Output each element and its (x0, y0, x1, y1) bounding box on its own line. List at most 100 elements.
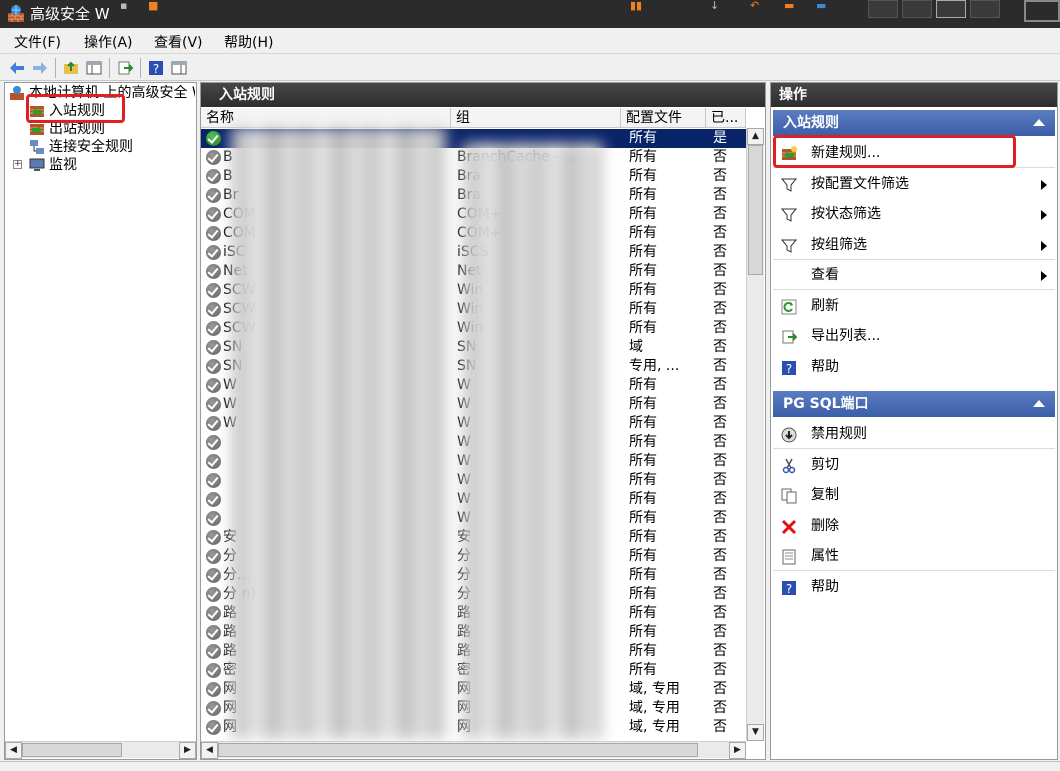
firewall-icon (10, 86, 24, 100)
scroll-left-button[interactable]: ◀ (201, 742, 218, 759)
scroll-up-button[interactable]: ▲ (747, 128, 764, 145)
column-header-name[interactable]: 名称 (201, 108, 451, 128)
scroll-left-button[interactable]: ◀ (5, 742, 22, 759)
cell-profile: 所有 (629, 206, 657, 222)
pane-title: 入站规则 (201, 83, 765, 107)
enabled-check-icon (206, 435, 221, 450)
console-tree: 本地计算机 上的高级安全 W 入站规则 出站规则 连接安全规则 + 监视 ◀ ▶ (4, 82, 197, 760)
column-header-profile[interactable]: 配置文件 (621, 108, 706, 128)
enabled-check-icon (206, 625, 221, 640)
scroll-thumb[interactable] (22, 743, 122, 757)
action-item[interactable]: 删除 (773, 512, 1055, 541)
remote-toolbar-button[interactable] (936, 0, 966, 18)
action-label: 删除 (811, 517, 839, 534)
section-header-rule[interactable]: PG SQL端口 (773, 391, 1055, 417)
copy-icon (781, 488, 797, 504)
close-button[interactable] (1024, 0, 1060, 22)
enabled-check-icon (206, 302, 221, 317)
properties-icon (782, 549, 796, 565)
rules-vertical-scrollbar[interactable]: ▲ ▼ (746, 128, 764, 741)
up-folder-button[interactable] (60, 57, 82, 79)
menu-help[interactable]: 帮助(H) (224, 32, 273, 52)
export-button[interactable] (114, 57, 136, 79)
toolbar-blur-icon: ▪ (120, 0, 128, 12)
submenu-arrow-icon (1041, 210, 1047, 220)
enabled-check-icon (206, 492, 221, 507)
scroll-thumb[interactable] (748, 145, 763, 275)
section-header-inbound[interactable]: 入站规则 (773, 110, 1055, 136)
status-bar (0, 761, 1060, 771)
enabled-check-icon (206, 169, 221, 184)
action-item[interactable]: 查看 (773, 261, 1055, 290)
column-header-enabled[interactable]: 已... (706, 108, 746, 128)
enabled-check-icon (206, 663, 221, 678)
enabled-check-icon (206, 340, 221, 355)
folder-up-icon (64, 61, 78, 74)
tree-horizontal-scrollbar[interactable]: ◀ ▶ (5, 741, 196, 759)
help-button[interactable]: ? (145, 57, 167, 79)
scroll-right-button[interactable]: ▶ (729, 742, 746, 759)
menu-action[interactable]: 操作(A) (84, 32, 133, 52)
toolbar-blur-icon: ■ (148, 0, 159, 12)
action-item[interactable]: 复制 (773, 481, 1055, 510)
action-label: 复制 (811, 487, 839, 503)
tree-item-monitoring[interactable]: + 监视 (11, 156, 191, 174)
action-pane-button[interactable] (168, 57, 190, 79)
cell-profile: 域, 专用 (629, 681, 680, 697)
action-item[interactable]: 按组筛选 (773, 231, 1055, 260)
action-item[interactable]: 禁用规则 (773, 420, 1055, 449)
collapse-icon[interactable] (1033, 119, 1045, 126)
action-item[interactable]: 属性 (773, 542, 1055, 571)
cell-enabled: 否 (713, 453, 727, 469)
action-item[interactable]: 按状态筛选 (773, 200, 1055, 229)
cut-icon (782, 458, 796, 473)
menu-file[interactable]: 文件(F) (14, 32, 61, 52)
tree-item-connection-security[interactable]: 连接安全规则 (27, 138, 193, 156)
action-item[interactable]: ? 帮助 (773, 573, 1055, 602)
action-item[interactable]: 刷新 (773, 292, 1055, 321)
expand-icon[interactable]: + (13, 160, 22, 169)
forward-arrow-icon (33, 62, 47, 74)
menu-bar: 文件(F) 操作(A) 查看(V) 帮助(H) (0, 28, 1060, 54)
action-item[interactable]: 按配置文件筛选 (773, 170, 1055, 199)
obscured-region (231, 127, 446, 739)
toolbar: ? (0, 55, 1060, 81)
help-icon: ? (782, 360, 796, 376)
action-item[interactable]: ? 帮助 (773, 353, 1055, 382)
menu-view[interactable]: 查看(V) (154, 32, 203, 52)
enabled-check-icon (206, 150, 221, 165)
scroll-down-button[interactable]: ▼ (747, 724, 764, 741)
enabled-check-icon (206, 454, 221, 469)
show-hide-tree-button[interactable] (83, 57, 105, 79)
action-label: 剪切 (811, 456, 839, 473)
highlight-box (26, 94, 125, 123)
rules-horizontal-scrollbar[interactable]: ◀ ▶ (201, 741, 746, 759)
remote-toolbar-button[interactable] (902, 0, 932, 18)
remote-toolbar-button[interactable] (868, 0, 898, 18)
cell-enabled: 否 (713, 681, 727, 697)
action-label: 帮助 (811, 578, 839, 595)
enabled-check-icon (206, 644, 221, 659)
cell-profile: 所有 (629, 548, 657, 564)
collapse-icon[interactable] (1033, 400, 1045, 407)
scroll-thumb[interactable] (218, 743, 698, 757)
forward-button[interactable] (29, 57, 51, 79)
column-header-group[interactable]: 组 (451, 108, 621, 128)
enabled-check-icon (206, 416, 221, 431)
cell-profile: 所有 (629, 434, 657, 450)
enabled-check-icon (206, 283, 221, 298)
cell-profile: 所有 (629, 149, 657, 165)
toolbar-blur-icon: ▮▮ (630, 0, 643, 12)
action-label: 按组筛选 (811, 236, 867, 253)
action-item[interactable]: 导出列表... (773, 322, 1055, 351)
enabled-check-icon (206, 701, 221, 716)
cell-enabled: 否 (713, 434, 727, 450)
remote-toolbar-button[interactable] (970, 0, 1000, 18)
cell-profile: 所有 (629, 472, 657, 488)
action-item[interactable]: 剪切 (773, 451, 1055, 480)
cell-profile: 所有 (629, 453, 657, 469)
cell-enabled: 否 (713, 396, 727, 412)
back-button[interactable] (6, 57, 28, 79)
scroll-right-button[interactable]: ▶ (179, 742, 196, 759)
tree-item-label: 连接安全规则 (49, 139, 133, 155)
